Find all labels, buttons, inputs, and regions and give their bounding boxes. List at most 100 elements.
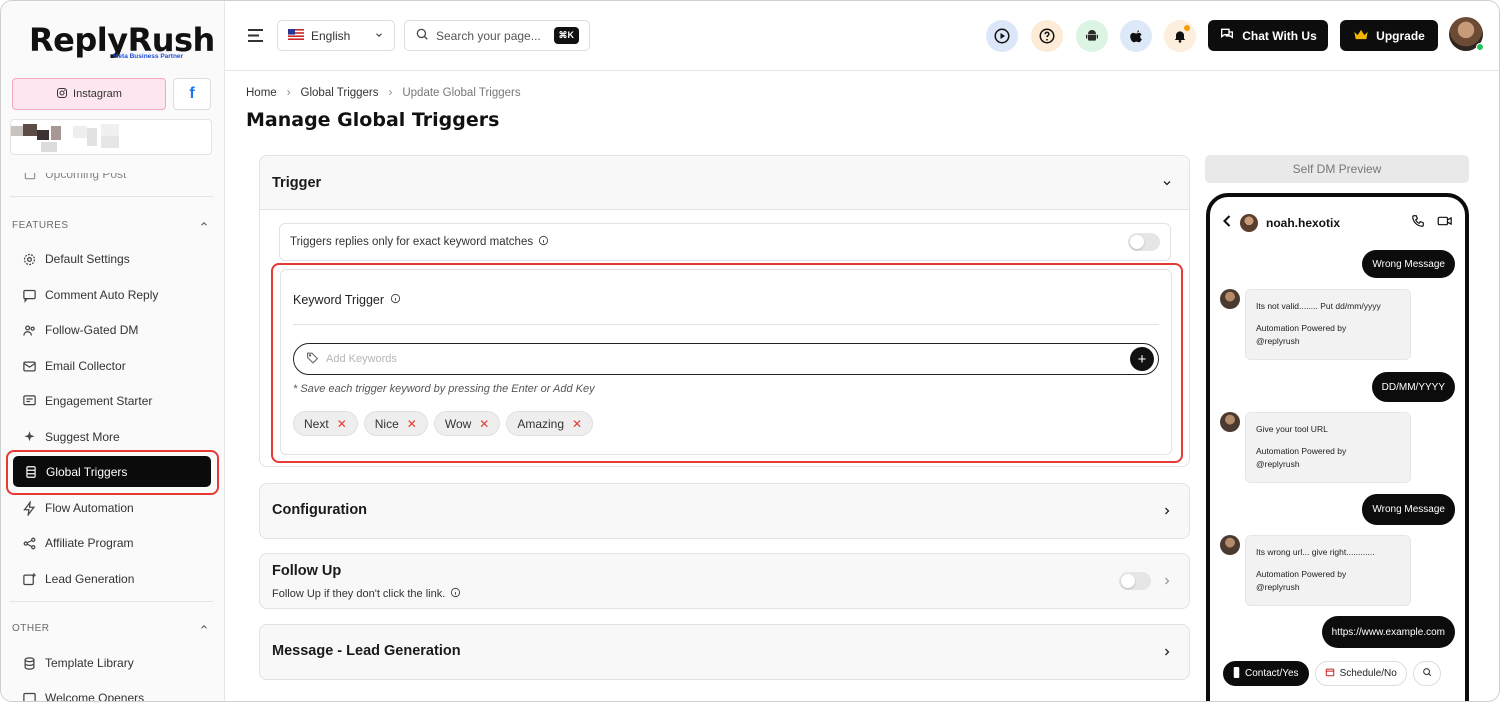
users-icon	[22, 323, 37, 338]
instagram-icon	[56, 87, 68, 102]
trigger-title: Trigger	[272, 175, 322, 191]
follow-up-section[interactable]: Follow Up Follow Up if they don't click …	[259, 553, 1190, 609]
crown-icon	[1353, 28, 1369, 44]
breadcrumb-home[interactable]: Home	[246, 87, 277, 99]
keyword-chip-label: Next	[304, 416, 329, 431]
play-tutorial-icon[interactable]	[986, 20, 1018, 52]
trigger-section-header[interactable]: Trigger	[260, 156, 1189, 210]
sidebar-item-upcoming-post[interactable]: Upcoming Post	[22, 167, 127, 184]
instagram-button[interactable]: Instagram	[12, 78, 166, 110]
sidebar-item-welcome-openers[interactable]: Welcome Openers	[22, 688, 145, 702]
sidebar-item-flow-automation[interactable]: Flow Automation	[22, 498, 134, 518]
exact-match-toggle[interactable]	[1128, 233, 1160, 251]
dm-message-incoming: Give your tool URL Automation Powered by…	[1245, 412, 1411, 483]
sidebar-item-email-collector[interactable]: Email Collector	[22, 356, 126, 376]
sidebar-item-label: Suggest More	[45, 430, 120, 444]
remove-icon[interactable]: ✕	[337, 417, 347, 431]
phone-icon[interactable]	[1411, 214, 1425, 233]
account-selector[interactable]	[10, 119, 212, 155]
sidebar-item-suggest-more[interactable]: Suggest More	[22, 427, 120, 447]
dm-powered-by: Automation Powered by	[1256, 322, 1347, 333]
dm-actions	[1411, 214, 1453, 233]
facebook-icon: f	[189, 85, 195, 102]
upgrade-button[interactable]: Upgrade	[1340, 20, 1438, 51]
sidebar-item-label: Template Library	[45, 656, 134, 670]
plus-square-icon	[22, 572, 37, 587]
language-select[interactable]: English	[277, 20, 395, 51]
remove-icon[interactable]: ✕	[407, 417, 417, 431]
dm-handle: @replyrush	[1256, 335, 1300, 346]
dm-message-text: Its not valid........ Put dd/mm/yyyy	[1256, 301, 1381, 311]
help-icon[interactable]	[1031, 20, 1063, 52]
sidebar-item-follow-gated-dm[interactable]: Follow-Gated DM	[22, 320, 138, 340]
collapse-other-chevron-icon[interactable]	[199, 622, 209, 635]
add-keyword-button[interactable]: +	[1130, 347, 1154, 371]
back-arrow-icon[interactable]	[1222, 214, 1232, 232]
search-input[interactable]: Search your page... ⌘K	[404, 20, 590, 51]
trigger-section: Trigger Triggers replies only for exact …	[259, 155, 1190, 467]
android-icon[interactable]	[1076, 20, 1108, 52]
chat-with-us-button[interactable]: Chat With Us	[1208, 20, 1328, 51]
chevron-down-icon	[374, 29, 384, 43]
chevron-right-icon	[1161, 645, 1173, 663]
sidebar-item-lead-generation[interactable]: Lead Generation	[22, 569, 134, 589]
calendar-icon	[1325, 667, 1335, 680]
keyword-chip-label: Amazing	[517, 416, 565, 431]
sidebar-item-affiliate-program[interactable]: Affiliate Program	[22, 533, 133, 553]
breadcrumb-global-triggers[interactable]: Global Triggers	[301, 87, 379, 99]
chevron-right-icon	[1161, 574, 1173, 592]
chevron-right-icon: ›	[286, 87, 291, 99]
keyword-trigger-panel: Keyword Trigger Add Keywords + * Save ea…	[280, 269, 1172, 455]
platform-switcher: Instagram f	[12, 78, 211, 110]
dm-message-incoming: Its wrong url... give right............ …	[1245, 535, 1411, 606]
breadcrumb: Home › Global Triggers › Update Global T…	[246, 87, 521, 99]
collapse-features-chevron-icon[interactable]	[199, 219, 209, 232]
follow-up-toggle[interactable]	[1119, 572, 1151, 590]
sidebar-item-default-settings[interactable]: Default Settings	[22, 249, 130, 269]
self-dm-preview-button[interactable]: Self DM Preview	[1205, 155, 1469, 183]
lead-message-title: Message - Lead Generation	[272, 643, 461, 659]
meta-partner-label: Meta Business Partner	[113, 53, 184, 60]
sidebar-item-template-library[interactable]: Template Library	[22, 653, 134, 673]
sidebar-item-engagement-starter[interactable]: Engagement Starter	[22, 391, 152, 411]
mobile-icon	[1233, 666, 1240, 681]
quick-reply-contact[interactable]: Contact/Yes	[1223, 661, 1309, 686]
apple-icon[interactable]	[1120, 20, 1152, 52]
dm-sender-avatar	[1220, 412, 1240, 432]
dm-username: noah.hexotix	[1266, 216, 1341, 230]
dm-message-outgoing: https://www.example.com	[1321, 616, 1455, 648]
sidebar-item-label: Email Collector	[45, 359, 126, 373]
sidebar-item-label: Affiliate Program	[45, 536, 134, 550]
lead-generation-message-section[interactable]: Message - Lead Generation	[259, 624, 1190, 680]
search-placeholder: Search your page...	[436, 28, 541, 43]
keyword-chip: Amazing ✕	[506, 411, 594, 436]
video-call-icon[interactable]	[1437, 214, 1453, 233]
info-icon	[450, 587, 461, 601]
dm-message-text: Give your tool URL	[1256, 424, 1328, 434]
menu-icon[interactable]	[248, 29, 264, 47]
quick-reply-schedule[interactable]: Schedule/No	[1314, 661, 1407, 686]
keyword-input[interactable]: Add Keywords +	[293, 343, 1159, 375]
dm-quick-replies: Contact/Yes Schedule/No	[1223, 661, 1441, 686]
sidebar-item-label: Engagement Starter	[45, 394, 153, 408]
other-heading: OTHER	[12, 623, 50, 634]
sidebar-item-comment-auto-reply[interactable]: Comment Auto Reply	[22, 285, 158, 305]
keyword-chip: Wow ✕	[433, 411, 501, 436]
sidebar-item-label: Upcoming Post	[45, 167, 127, 181]
follow-up-subtitle-row: Follow Up if they don't click the link.	[272, 587, 461, 601]
us-flag-icon	[288, 28, 304, 43]
dm-sender-avatar	[1220, 535, 1240, 555]
wave-icon	[22, 691, 37, 701]
notification-bell-icon[interactable]	[1164, 20, 1196, 52]
sidebar-item-label: Default Settings	[45, 252, 130, 266]
remove-icon[interactable]: ✕	[572, 417, 582, 431]
quick-reply-label: Contact/Yes	[1245, 668, 1299, 679]
facebook-button[interactable]: f	[173, 78, 211, 110]
remove-icon[interactable]: ✕	[479, 417, 489, 431]
quick-reply-search[interactable]	[1412, 661, 1441, 686]
sidebar-item-label: Welcome Openers	[45, 691, 145, 702]
chat-icon	[22, 394, 37, 409]
chevron-down-icon[interactable]	[1161, 176, 1173, 194]
configuration-section[interactable]: Configuration	[259, 483, 1190, 539]
info-icon	[390, 293, 401, 307]
